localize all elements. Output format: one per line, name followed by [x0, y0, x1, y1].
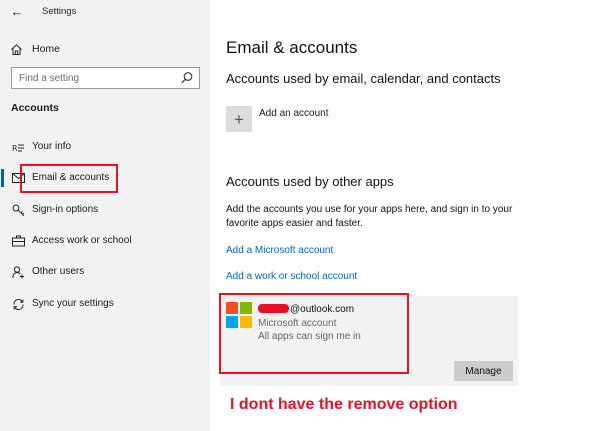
add-work-school-account-link[interactable]: Add a work or school account	[226, 271, 357, 282]
nav-item-sync-settings[interactable]: Sync your settings	[0, 292, 210, 316]
manage-button[interactable]: Manage	[454, 361, 513, 381]
nav-item-label: Sync your settings	[32, 298, 114, 309]
back-button[interactable]: ←	[8, 3, 26, 21]
home-label: Home	[32, 43, 61, 55]
other-apps-section-heading: Accounts used by other apps	[226, 174, 394, 189]
title-bar: ← Settings	[0, 0, 210, 24]
nav-item-other-users[interactable]: Other users	[0, 260, 210, 284]
add-account-button[interactable]: + Add an account	[226, 106, 329, 132]
back-arrow-icon: ←	[10, 4, 24, 19]
navigation-pane: ← Settings Home Accounts R Your info Ema…	[0, 0, 210, 431]
email-section-heading: Accounts used by email, calendar, and co…	[226, 71, 501, 86]
key-icon	[11, 203, 25, 217]
search-input[interactable]	[12, 68, 172, 89]
nav-item-label: Sign-in options	[32, 204, 99, 215]
page-title: Email & accounts	[226, 38, 358, 57]
search-box[interactable]	[11, 67, 200, 89]
briefcase-icon	[11, 234, 25, 248]
search-icon[interactable]	[180, 71, 194, 85]
add-account-label: Add an account	[259, 108, 329, 119]
svg-text:R: R	[12, 144, 18, 153]
nav-item-your-info[interactable]: R Your info	[0, 135, 210, 159]
home-icon	[8, 41, 24, 57]
other-apps-description: Add the accounts you use for your apps h…	[226, 204, 513, 229]
plus-icon: +	[234, 109, 244, 129]
nav-item-label: Your info	[32, 141, 72, 152]
nav-item-access-work-school[interactable]: Access work or school	[0, 229, 210, 253]
accounts-section-title: Accounts	[11, 102, 59, 114]
annotation-text: I dont have the remove option	[230, 396, 458, 413]
account-card-highlight	[219, 293, 409, 374]
nav-item-label: Access work or school	[32, 235, 132, 246]
person-add-icon	[11, 265, 25, 279]
contact-card-icon: R	[11, 140, 25, 154]
nav-item-label: Other users	[32, 266, 85, 277]
add-tile: +	[226, 106, 252, 132]
nav-item-sign-in-options[interactable]: Sign-in options	[0, 198, 210, 222]
sync-icon	[11, 297, 25, 311]
home-nav-item[interactable]: Home	[8, 40, 198, 58]
email-accounts-highlight	[20, 164, 118, 193]
add-microsoft-account-link[interactable]: Add a Microsoft account	[226, 245, 333, 256]
window-title: Settings	[42, 6, 77, 17]
